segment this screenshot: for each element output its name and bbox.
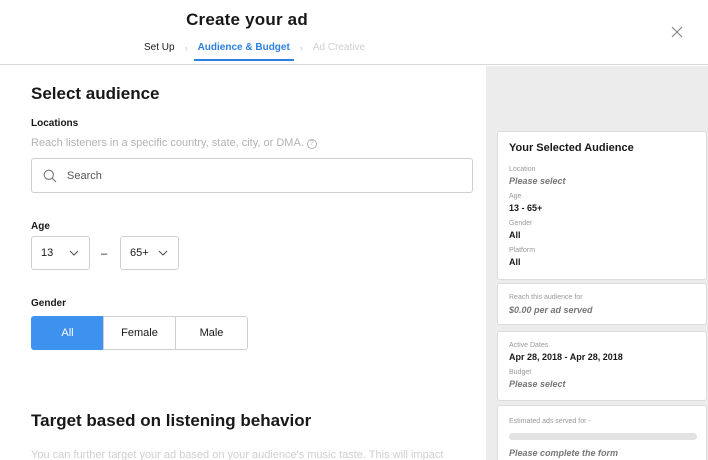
- age-range-separator: –: [101, 248, 108, 260]
- close-button[interactable]: [668, 23, 686, 41]
- estimate-progress-bar: [509, 433, 697, 440]
- age-max-value: 65+: [130, 247, 149, 259]
- budget-label: Budget: [509, 369, 532, 376]
- age-summary-value: 13 - 65+: [509, 203, 543, 213]
- selected-audience-card: Your Selected Audience Location Please s…: [497, 131, 707, 280]
- help-icon[interactable]: ?: [306, 139, 317, 149]
- audience-form: Select audience Locations Reach listener…: [0, 66, 486, 460]
- age-label: Age: [31, 221, 50, 232]
- reach-card: Reach this audience for $0.00 per ad ser…: [497, 283, 707, 325]
- reach-label: Reach this audience for: [509, 294, 583, 301]
- header: Create your ad Set Up › Audience & Budge…: [0, 0, 708, 65]
- locations-hint-text: Reach listeners in a specific country, s…: [31, 137, 304, 149]
- summary-sidebar: Your Selected Audience Location Please s…: [486, 66, 708, 460]
- estimate-card: Estimated ads served for - Please comple…: [497, 405, 707, 460]
- gender-option-all[interactable]: All: [31, 316, 104, 350]
- platform-summary-value: All: [509, 257, 521, 267]
- close-icon: [671, 26, 683, 38]
- estimate-label: Estimated ads served for -: [509, 418, 591, 425]
- chevron-right-icon: ›: [184, 42, 188, 53]
- locations-hint: Reach listeners in a specific country, s…: [31, 137, 317, 149]
- estimate-value: Please complete the form: [509, 448, 619, 458]
- reach-value: $0.00 per ad served: [509, 305, 593, 315]
- chevron-right-icon: ›: [299, 42, 303, 53]
- locations-label: Locations: [31, 118, 79, 129]
- listening-behavior-description: You can further target your ad based on …: [31, 449, 444, 460]
- step-ad-creative: Ad Creative: [312, 42, 366, 53]
- location-summary-value: Please select: [509, 176, 566, 186]
- gender-option-female[interactable]: Female: [103, 316, 176, 350]
- age-min-select[interactable]: 13: [31, 236, 90, 270]
- platform-summary-label: Platform: [509, 247, 536, 254]
- location-search: [31, 158, 473, 193]
- age-min-value: 13: [41, 247, 54, 259]
- active-dates-label: Active Dates: [509, 342, 549, 349]
- search-icon: [43, 169, 57, 183]
- gender-option-male[interactable]: Male: [175, 316, 248, 350]
- step-breadcrumb: Set Up › Audience & Budget › Ad Creative: [144, 42, 366, 61]
- gender-summary-value: All: [509, 230, 521, 240]
- page-title: Create your ad: [186, 10, 308, 29]
- step-audience-budget[interactable]: Audience & Budget: [193, 42, 295, 61]
- dates-budget-card: Active Dates Apr 28, 2018 - Apr 28, 2018…: [497, 331, 707, 401]
- search-input[interactable]: [67, 167, 457, 185]
- active-dates-value: Apr 28, 2018 - Apr 28, 2018: [509, 352, 623, 362]
- select-audience-heading: Select audience: [31, 84, 160, 103]
- location-summary-label: Location: [509, 166, 536, 173]
- age-summary-label: Age: [509, 193, 522, 200]
- gender-summary-label: Gender: [509, 220, 533, 227]
- listening-behavior-heading: Target based on listening behavior: [31, 411, 312, 430]
- chevron-down-icon: [69, 250, 79, 256]
- chevron-down-icon: [158, 250, 168, 256]
- gender-label: Gender: [31, 298, 67, 309]
- selected-audience-title: Your Selected Audience: [509, 142, 634, 154]
- budget-value: Please select: [509, 379, 566, 389]
- gender-selector: All Female Male: [31, 316, 248, 350]
- step-setup[interactable]: Set Up: [144, 42, 175, 53]
- age-max-select[interactable]: 65+: [120, 236, 179, 270]
